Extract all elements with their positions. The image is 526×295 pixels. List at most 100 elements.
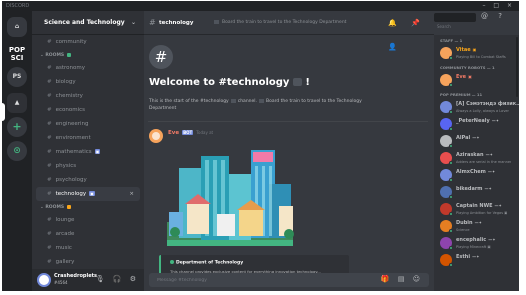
server-science-tech[interactable]: ▲ [7,93,27,113]
title-bar: DISCORD – □ × [2,1,519,11]
subtitle-a: This is the start of the #technology [149,99,229,104]
status-dot [449,110,453,114]
badge-icon: —✦ [491,118,500,123]
member-item[interactable]: Captain NWE —✦ Playing Ambition for Vegas … [434,201,519,218]
header-icons[interactable]: 🔔 📌 👤 [388,11,434,59]
member-item[interactable]: Dubin —✦ Science [434,218,519,235]
channel-lounge[interactable]: # lounge [32,213,144,227]
channel-physics[interactable]: # physics [32,159,144,173]
channel-astronomy[interactable]: # astronomy [32,61,144,75]
hash-icon: # [47,93,52,99]
status-dot [67,52,72,57]
hash-icon: # [47,245,52,251]
channel-psychology[interactable]: # psychology [32,173,144,187]
member-name: encephalic —✦ [456,237,496,243]
badge-icon [258,98,264,103]
hash-icon: # [47,149,52,155]
message-time: Today at [196,130,214,135]
hash-icon: # [47,231,52,237]
member-item[interactable]: Vitae ▣ Playing Bill to Combat Staffs [434,45,519,62]
add-server-icon[interactable]: + [7,117,27,137]
hash-icon: # [47,191,52,197]
chevron-down-icon[interactable]: ⌄ [131,11,136,35]
hash-icon: # [47,177,52,183]
member-name: Dubin —✦ [456,220,482,226]
top-right-icons[interactable]: @ ? [481,12,506,20]
search-box [434,13,476,31]
member-name-text: _PeterNealy [456,118,490,124]
channel-label: chemistry [55,93,83,99]
member-item[interactable]: AlmxChem —✦ [434,167,519,184]
member-item[interactable]: Esthi —✦ [434,252,519,269]
chat-area: # technology Board the train to travel t… [144,11,434,291]
channel-gallery[interactable]: # gallery [32,255,144,269]
welcome-trail: ! [305,77,310,88]
emoji-icon [292,78,302,86]
member-activity: Adders are serial in the manner [456,160,512,164]
member-name: Eve ▣ [456,74,472,80]
topic-text: Board the train to travel to the Technol… [222,20,347,25]
member-item[interactable]: encephalic —✦ Playing Minecraft ▣ [434,235,519,252]
member-name-text: bikedarm [456,186,483,192]
hash-icon: # [47,135,52,141]
channel-technology[interactable]: # technology ▣ × [36,187,140,201]
member-item[interactable]: Aziraskan —✦ Adders are serial in the mann… [434,150,519,167]
channel-chemistry[interactable]: # chemistry [32,89,144,103]
channel-label: music [55,245,72,251]
channel-economics[interactable]: # economics [32,103,144,117]
member-item[interactable]: [A] Сэмэтэндэ физик… Always a Lolly, alwa… [434,99,519,116]
member-name-text: Captain NWE [456,203,493,209]
composer-icons[interactable]: 🎁 ▤ ☺ [381,275,423,283]
channel-label: community [55,39,87,45]
home-icon[interactable]: ⌂ [7,17,27,37]
member-name: Captain NWE —✦ [456,203,502,209]
badge-icon: —✦ [485,152,493,157]
search-input[interactable] [434,22,470,31]
member-name-text: encephalic [456,237,487,243]
channel-arcade[interactable]: # arcade [32,227,144,241]
avatar[interactable] [149,129,163,143]
member-list: STAFF — 1 Vitae ▣ Playing Bill to Combat St… [434,35,519,291]
member-name: Aziraskan —✦ [456,152,493,158]
message-author[interactable]: Eve BOT Today at [168,130,213,136]
member-item[interactable]: Eve ▣ [434,72,519,89]
category-header[interactable]: ⌄ ROOMS [32,201,144,213]
window-controls[interactable]: – □ × [482,1,515,11]
discord-window: DISCORD – □ × ⌂ POP SCI PS ▲ + ⊙ Science… [2,1,519,291]
member-activity: Playing Ambition for Vegas ▣ [456,211,508,215]
member-name: AlmxChem —✦ [456,169,495,175]
badge-icon: —✦ [487,169,496,174]
member-item[interactable]: AlPal —✦ [434,133,519,150]
hash-icon: # [47,107,52,113]
guild-header[interactable]: Science and Technology ⌄ [32,11,144,35]
channel-mathematics[interactable]: # mathematics ▣ [32,145,144,159]
server-ps[interactable]: PS [7,67,27,87]
server-popsci[interactable]: POP SCI [7,43,27,63]
status-dot [449,83,453,87]
member-item[interactable]: bikedarm —✦ [434,184,519,201]
badge-icon: —✦ [474,220,482,225]
close-icon[interactable]: × [129,187,134,201]
category-label: ⌄ ROOMS [40,205,65,210]
guild-name: Science and Technology [44,19,125,26]
channel-engineering[interactable]: # engineering [32,117,144,131]
badge-icon: —✦ [472,254,480,259]
explore-icon[interactable]: ⊙ [7,141,27,161]
avatar[interactable] [37,273,51,287]
message-input[interactable] [157,273,357,287]
username: Crashedroplets [54,273,97,279]
member-name-text: Esthi [456,254,471,260]
channel-biology[interactable]: # biology [32,75,144,89]
user-controls[interactable]: 🎙 🎧 ⚙ [96,275,139,283]
member-group-header: POP PREMIUM — 11 [440,92,483,97]
subtitle-b: channel. [237,99,257,104]
channel-environment[interactable]: # environment [32,131,144,145]
channel-label: arcade [55,231,75,237]
member-item[interactable]: _PeterNealy —✦ [434,116,519,133]
channel-community[interactable]: # community [32,35,144,49]
badge-icon: ▣ [94,149,101,154]
status-dot [449,56,453,60]
channel-music[interactable]: # music [32,241,144,255]
user-tag: #4564 [54,280,68,285]
category-header[interactable]: ⌄ ROOMS [32,49,144,61]
